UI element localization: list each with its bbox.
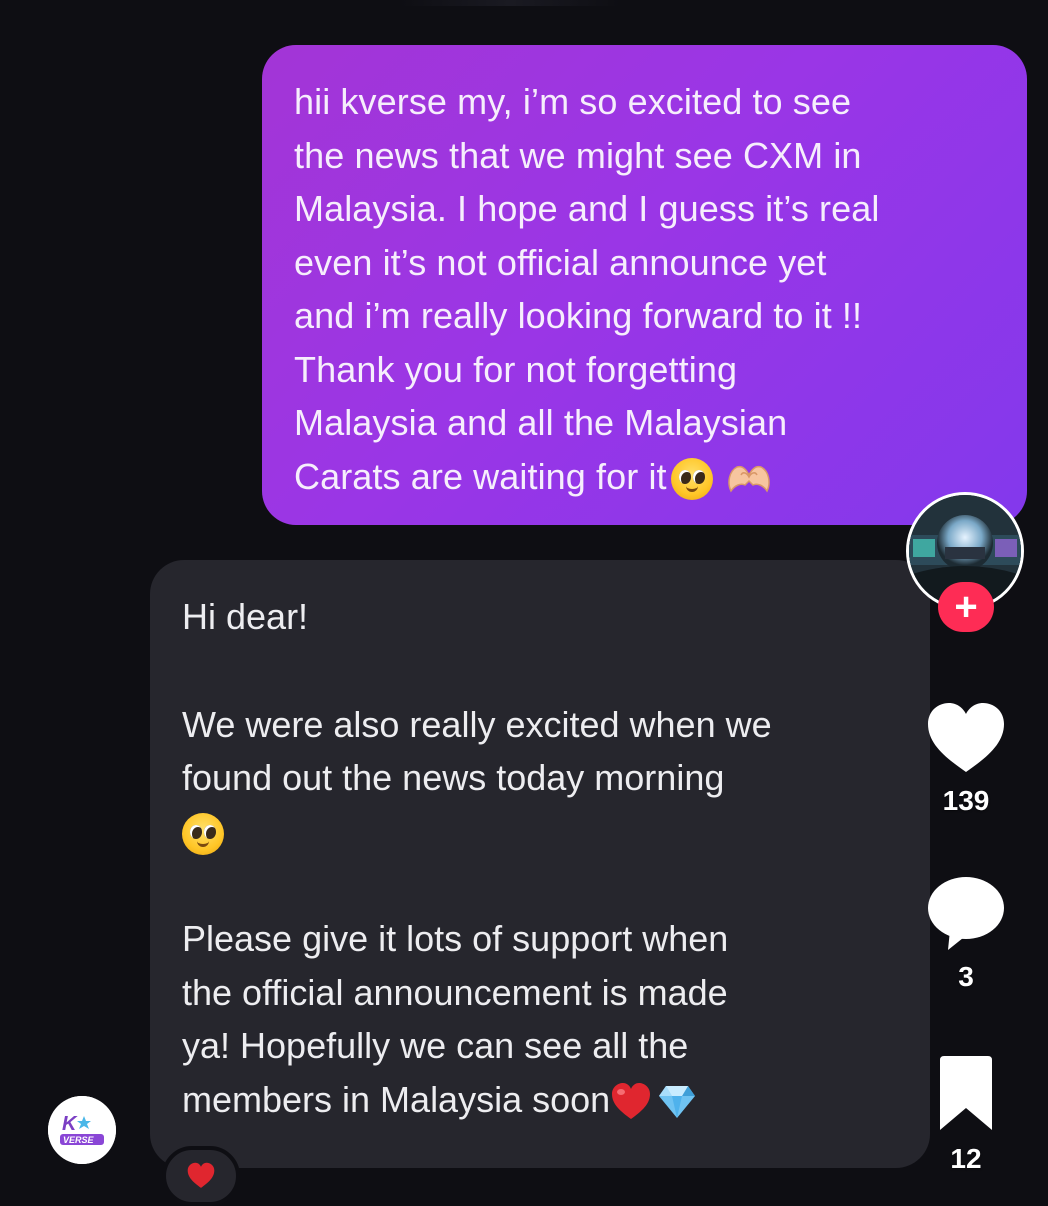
comment-button[interactable]: 3 bbox=[916, 872, 1016, 993]
message-reaction[interactable] bbox=[162, 1146, 240, 1206]
kverse-logo-icon: K VERSE bbox=[48, 1096, 116, 1164]
comments-count: 3 bbox=[958, 961, 974, 992]
gem-icon bbox=[659, 1085, 696, 1118]
comment-bubble-icon bbox=[928, 877, 1004, 950]
bookmark-icon bbox=[940, 1056, 992, 1130]
red-heart-icon bbox=[187, 1162, 215, 1188]
follow-button[interactable]: + bbox=[938, 582, 994, 632]
likes-count: 139 bbox=[942, 785, 990, 816]
received-paragraph-1-emoji-line bbox=[182, 805, 900, 859]
save-button[interactable]: 12 bbox=[916, 1054, 1016, 1175]
received-paragraph-1: We were also really excited when we foun… bbox=[182, 703, 772, 799]
received-message-bubble[interactable]: Hi dear! We were also really excited whe… bbox=[150, 560, 930, 1168]
top-strip bbox=[400, 0, 620, 6]
heart-hands-icon bbox=[727, 465, 770, 493]
sent-message-body: hii kverse my, i’m so excited to see the… bbox=[294, 81, 880, 497]
like-button[interactable]: 139 bbox=[916, 700, 1016, 817]
svg-text:VERSE: VERSE bbox=[63, 1135, 95, 1145]
svg-text:K: K bbox=[62, 1113, 78, 1135]
sent-message-text: hii kverse my, i’m so excited to see the… bbox=[294, 75, 997, 503]
sent-message-bubble[interactable]: hii kverse my, i’m so excited to see the… bbox=[262, 45, 1027, 525]
saves-count: 12 bbox=[950, 1143, 982, 1174]
sender-avatar[interactable]: K VERSE bbox=[48, 1096, 116, 1164]
received-paragraph-2: Please give it lots of support when the … bbox=[182, 912, 900, 1126]
heart-icon bbox=[928, 703, 1004, 772]
pleading-face-icon bbox=[670, 457, 713, 500]
pleading-face-icon bbox=[182, 812, 224, 855]
screen: hii kverse my, i’m so excited to see the… bbox=[0, 0, 1048, 1206]
red-heart-icon bbox=[612, 1082, 651, 1119]
received-greeting: Hi dear! bbox=[182, 596, 309, 637]
